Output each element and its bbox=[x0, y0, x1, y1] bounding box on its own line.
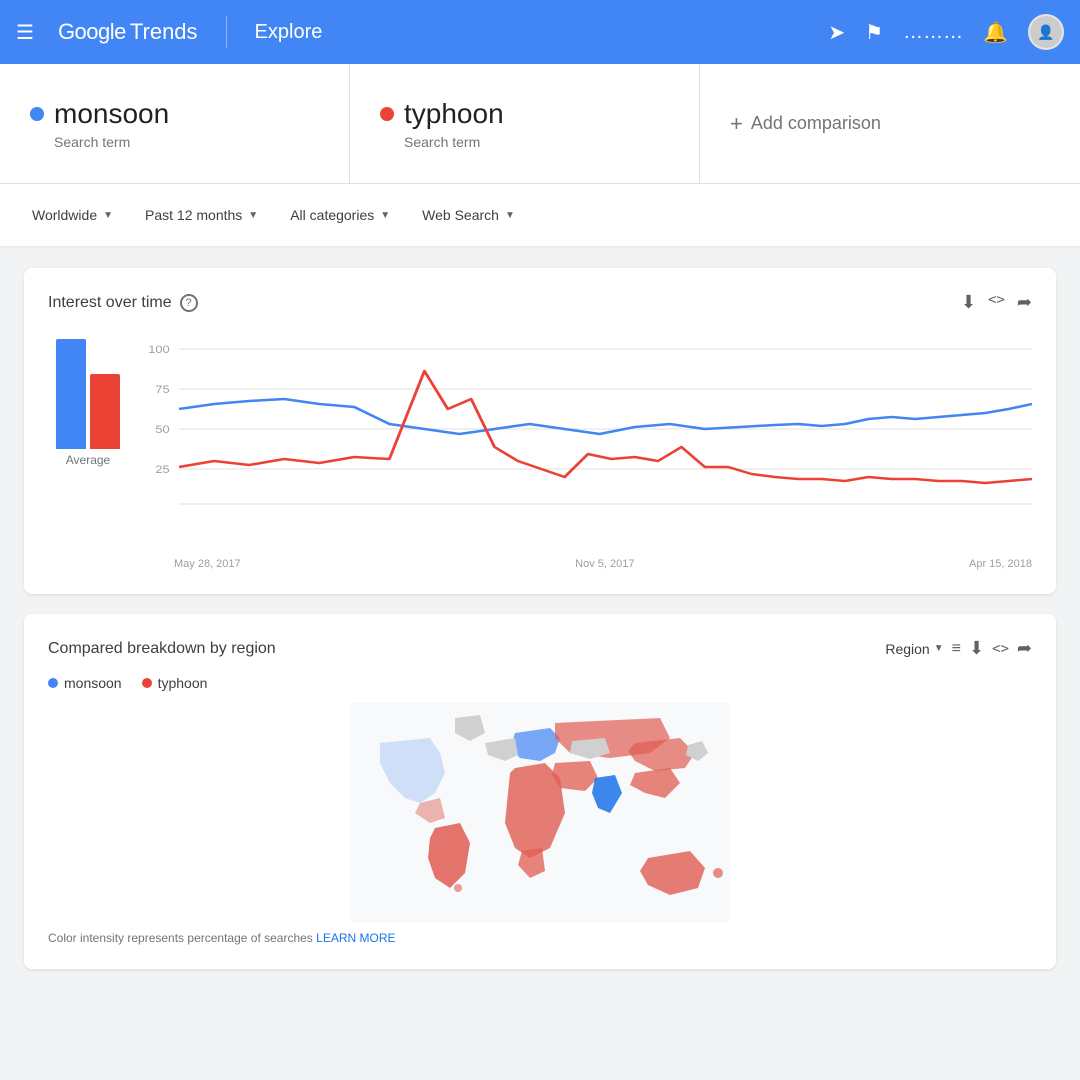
monsoon-name: monsoon bbox=[54, 98, 169, 130]
legend-monsoon: monsoon bbox=[48, 675, 122, 691]
monsoon-dot bbox=[30, 107, 44, 121]
chart-header: Interest over time ? ⬇ <> ➦ bbox=[48, 292, 1032, 313]
search-term-monsoon[interactable]: monsoon Search term bbox=[0, 64, 350, 183]
region-dropdown[interactable]: Region ▼ bbox=[885, 641, 943, 657]
line-chart: 100 75 50 25 May 28, 2017 Nov 5, 2017 Ap… bbox=[144, 329, 1032, 570]
alerts-icon[interactable]: 🔔 bbox=[983, 20, 1008, 45]
add-comparison-button[interactable]: + Add comparison bbox=[700, 64, 1080, 183]
notification-icon[interactable]: ⚑ bbox=[865, 20, 883, 45]
download-chart-icon[interactable]: ⬇ bbox=[961, 292, 976, 313]
share-chart-icon[interactable]: ➦ bbox=[1017, 292, 1032, 313]
x-label-1: May 28, 2017 bbox=[174, 558, 241, 570]
share-icon[interactable]: ➤ bbox=[828, 20, 845, 45]
add-comparison-label: Add comparison bbox=[751, 113, 881, 134]
header-divider bbox=[226, 16, 227, 48]
search-type-label: Web Search bbox=[422, 207, 499, 223]
time-chevron: ▼ bbox=[248, 210, 258, 221]
typhoon-dot bbox=[380, 107, 394, 121]
average-bars: Average bbox=[48, 329, 128, 467]
map-svg bbox=[350, 703, 730, 923]
legend-monsoon-label: monsoon bbox=[64, 675, 122, 691]
search-term-typhoon[interactable]: typhoon Search term bbox=[350, 64, 700, 183]
logo: GoogleTrends bbox=[58, 19, 198, 45]
red-bar bbox=[90, 374, 120, 449]
region-label: Region bbox=[885, 641, 929, 657]
monsoon-type: Search term bbox=[30, 134, 319, 150]
help-icon[interactable]: ? bbox=[180, 294, 198, 312]
time-label: Past 12 months bbox=[145, 207, 242, 223]
chart-svg: 100 75 50 25 bbox=[144, 329, 1032, 549]
legend-dot-typhoon bbox=[142, 678, 152, 688]
x-label-2: Nov 5, 2017 bbox=[575, 558, 634, 570]
filters-bar: Worldwide ▼ Past 12 months ▼ All categor… bbox=[0, 184, 1080, 248]
blue-bar bbox=[56, 339, 86, 449]
add-icon: + bbox=[730, 111, 743, 137]
footer-text: Color intensity represents percentage of… bbox=[48, 931, 316, 945]
x-axis-labels: May 28, 2017 Nov 5, 2017 Apr 15, 2018 bbox=[144, 554, 1032, 570]
bars-row bbox=[56, 329, 120, 449]
average-label: Average bbox=[66, 453, 110, 467]
search-bar: monsoon Search term typhoon Search term … bbox=[0, 64, 1080, 184]
breakdown-actions: Region ▼ ≡ ⬇ <> ➦ bbox=[885, 638, 1032, 659]
learn-more-link[interactable]: LEARN MORE bbox=[316, 931, 395, 945]
menu-icon[interactable]: ☰ bbox=[16, 20, 34, 45]
chart-actions: ⬇ <> ➦ bbox=[961, 292, 1032, 313]
world-map bbox=[48, 703, 1032, 923]
apps-icon[interactable]: ……… bbox=[903, 21, 963, 44]
svg-text:50: 50 bbox=[155, 423, 170, 436]
share-map-icon[interactable]: ➦ bbox=[1017, 638, 1032, 659]
logo-trends-text: Trends bbox=[130, 19, 198, 45]
legend-dot-monsoon bbox=[48, 678, 58, 688]
chart-title-row: Interest over time ? bbox=[48, 294, 198, 312]
legend-typhoon-label: typhoon bbox=[158, 675, 208, 691]
header-actions: ➤ ⚑ ……… 🔔 👤 bbox=[828, 14, 1064, 50]
interest-over-time-card: Interest over time ? ⬇ <> ➦ Average bbox=[24, 268, 1056, 594]
app-header: ☰ GoogleTrends Explore ➤ ⚑ ……… 🔔 👤 bbox=[0, 0, 1080, 64]
search-type-chevron: ▼ bbox=[505, 210, 515, 221]
card-footer: Color intensity represents percentage of… bbox=[48, 931, 1032, 945]
breakdown-card: Compared breakdown by region Region ▼ ≡ … bbox=[24, 614, 1056, 969]
list-icon[interactable]: ≡ bbox=[952, 640, 961, 658]
search-type-filter[interactable]: Web Search ▼ bbox=[410, 199, 527, 231]
explore-label: Explore bbox=[255, 21, 323, 44]
typhoon-type: Search term bbox=[380, 134, 669, 150]
embed-chart-icon[interactable]: <> bbox=[988, 292, 1005, 313]
main-content: Interest over time ? ⬇ <> ➦ Average bbox=[0, 248, 1080, 989]
location-label: Worldwide bbox=[32, 207, 97, 223]
download-map-icon[interactable]: ⬇ bbox=[969, 638, 984, 659]
svg-text:100: 100 bbox=[148, 343, 170, 356]
chart-title: Interest over time bbox=[48, 294, 172, 312]
help-mark: ? bbox=[186, 297, 192, 309]
svg-text:75: 75 bbox=[155, 383, 170, 396]
term-name-row-2: typhoon bbox=[380, 98, 669, 130]
breakdown-title: Compared breakdown by region bbox=[48, 640, 276, 658]
embed-map-icon[interactable]: <> bbox=[992, 641, 1009, 657]
term-name-row: monsoon bbox=[30, 98, 319, 130]
legend-typhoon: typhoon bbox=[142, 675, 208, 691]
category-label: All categories bbox=[290, 207, 374, 223]
chart-container: Average 100 75 50 25 bbox=[48, 329, 1032, 570]
svg-text:25: 25 bbox=[155, 463, 170, 476]
avatar[interactable]: 👤 bbox=[1028, 14, 1064, 50]
map-legend: monsoon typhoon bbox=[48, 675, 1032, 691]
category-chevron: ▼ bbox=[380, 210, 390, 221]
time-filter[interactable]: Past 12 months ▼ bbox=[133, 199, 270, 231]
category-filter[interactable]: All categories ▼ bbox=[278, 199, 402, 231]
typhoon-name: typhoon bbox=[404, 98, 504, 130]
x-label-3: Apr 15, 2018 bbox=[969, 558, 1032, 570]
location-filter[interactable]: Worldwide ▼ bbox=[20, 199, 125, 231]
location-chevron: ▼ bbox=[103, 210, 113, 221]
logo-google-text: Google bbox=[58, 19, 126, 45]
breakdown-header: Compared breakdown by region Region ▼ ≡ … bbox=[48, 638, 1032, 659]
region-chevron: ▼ bbox=[934, 643, 944, 654]
